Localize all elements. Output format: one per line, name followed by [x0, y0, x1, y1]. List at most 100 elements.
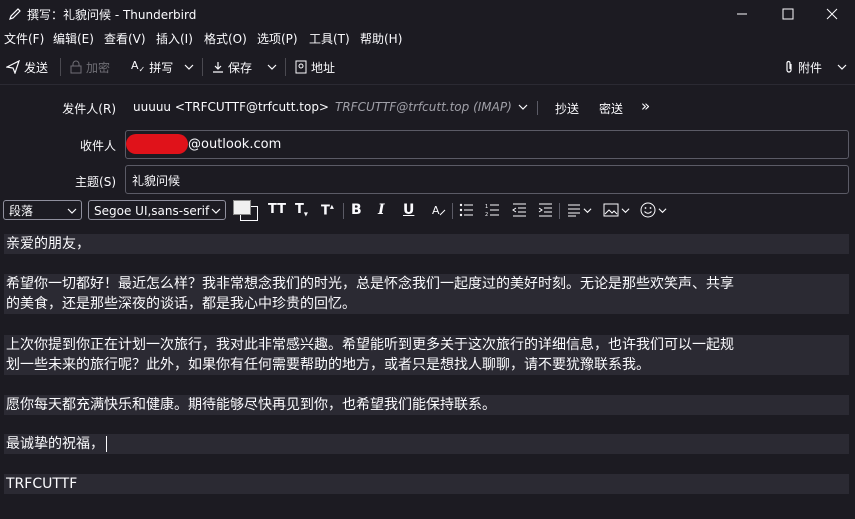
compose-pencil-icon — [8, 7, 22, 21]
body-line: TRFCUTTF — [4, 474, 849, 494]
image-icon — [603, 203, 619, 217]
chevron-down-icon — [583, 207, 592, 213]
body-line: 的美食，还是那些深夜的谈话，都是我心中珍贵的回忆。 — [4, 294, 849, 314]
download-icon — [212, 61, 224, 73]
align-menu-button[interactable] — [567, 203, 592, 217]
body-line: 希望你一切都好！最近怎么样？我非常想念我们的时光，总是怀念我们一起度过的美好时刻… — [4, 274, 849, 294]
chevron-down-icon — [67, 206, 77, 216]
send-label: 发送 — [24, 60, 49, 75]
toolbar-separator — [60, 58, 61, 76]
close-icon — [826, 8, 838, 20]
minimize-icon — [737, 13, 747, 15]
compose-header: 发件人(R) uuuuu <TRFCUTTF@trfcutt.top> TRFC… — [0, 85, 855, 198]
bulleted-list-icon[interactable] — [459, 203, 474, 217]
from-account: TRFCUTTF@trfcutt.top (IMAP) — [335, 100, 512, 114]
to-field[interactable]: @outlook.com — [125, 130, 849, 159]
from-value: uuuuu <TRFCUTTF@trfcutt.top> — [133, 100, 329, 114]
attach-button[interactable]: 附件 — [784, 57, 822, 77]
encrypt-button[interactable]: 加密 — [70, 57, 110, 77]
chevron-down-icon — [837, 62, 847, 72]
body-line: 上次你提到你正在计划一次旅行，我对此非常感兴趣。希望能听到更多关于这次旅行的详细… — [4, 335, 849, 355]
svg-text:2: 2 — [485, 212, 488, 217]
svg-text:A: A — [432, 204, 440, 217]
underline-icon[interactable]: U — [403, 202, 414, 218]
subject-value: 礼貌问候 — [132, 174, 181, 188]
spell-button[interactable]: A✓ 拼写 — [131, 57, 173, 77]
menu-options[interactable]: 选项(P) — [257, 30, 298, 47]
text-cursor — [106, 436, 107, 452]
menu-bar: 文件(F) 编辑(E) 查看(V) 插入(I) 格式(O) 选项(P) 工具(T… — [0, 28, 855, 48]
send-button[interactable]: 发送 — [6, 57, 48, 77]
text-color-swatch — [233, 200, 251, 215]
numbered-list-icon[interactable]: 12 — [485, 203, 500, 217]
align-left-icon — [568, 204, 580, 217]
bcc-button[interactable]: 密送 — [599, 100, 623, 117]
emoji-menu-button[interactable] — [640, 202, 667, 218]
redacted-recipient — [126, 134, 188, 154]
address-label: 地址 — [311, 60, 336, 75]
clear-formatting-icon[interactable]: A — [431, 202, 447, 218]
subject-field[interactable]: 礼貌问候 — [125, 165, 849, 194]
font-select[interactable]: Segoe UI,sans-serif — [88, 200, 226, 220]
menu-view[interactable]: 查看(V) — [104, 30, 146, 47]
paragraph-format-select[interactable]: 段落 — [3, 200, 82, 220]
format-separator — [452, 203, 453, 219]
font-size-smaller-button-icon[interactable]: T▾ — [295, 202, 308, 219]
address-book-button[interactable]: 地址 — [295, 57, 335, 77]
to-label: 收件人 — [79, 139, 116, 153]
attach-dropdown[interactable] — [837, 57, 847, 77]
compose-toolbar: 发送 加密 A✓ 拼写 保存 地址 附件 — [0, 50, 855, 85]
menu-help[interactable]: 帮助(H) — [360, 30, 402, 47]
chevron-down-icon — [211, 206, 221, 216]
text-color-picker[interactable] — [232, 200, 258, 221]
body-line: 亲爱的朋友， — [4, 234, 849, 254]
format-separator — [559, 203, 560, 219]
menu-file[interactable]: 文件(F) — [4, 30, 44, 47]
maximize-icon — [782, 8, 794, 20]
indent-icon[interactable] — [538, 203, 553, 217]
body-line-with-cursor: 最诚挚的祝福， — [4, 434, 849, 454]
save-dropdown[interactable] — [267, 57, 277, 77]
minimize-button[interactable] — [719, 0, 765, 28]
svg-text:1: 1 — [485, 204, 488, 210]
from-label: 发件人(R) — [62, 102, 116, 116]
menu-format[interactable]: 格式(O) — [204, 30, 247, 47]
bold-icon[interactable]: B — [351, 202, 362, 218]
menu-tools[interactable]: 工具(T) — [309, 30, 350, 47]
spell-dropdown[interactable] — [184, 57, 194, 77]
body-line: 划一些未来的旅行呢？此外，如果你有任何需要帮助的地方，或者只是想找人聊聊，请不要… — [4, 355, 849, 375]
menu-insert[interactable]: 插入(I) — [156, 30, 193, 47]
cc-button[interactable]: 抄送 — [555, 100, 579, 117]
window-title: 撰写：礼貌问候 - Thunderbird — [27, 8, 197, 22]
subject-label: 主题(S) — [75, 175, 116, 189]
toolbar-separator — [285, 58, 286, 76]
paragraph-format-value: 段落 — [9, 204, 34, 218]
lock-icon — [70, 60, 82, 74]
spell-label: 拼写 — [149, 60, 174, 75]
body-line: 愿你每天都充满快乐和健康。期待能够尽快再见到你，也希望我们能保持联系。 — [4, 395, 849, 415]
font-value: Segoe UI,sans-serif — [94, 204, 210, 218]
insert-image-menu-button[interactable] — [603, 203, 630, 217]
to-value: @outlook.com — [188, 137, 282, 152]
outdent-icon[interactable] — [512, 203, 527, 217]
encrypt-label: 加密 — [86, 60, 111, 75]
chevron-down-icon — [184, 62, 194, 72]
header-separator — [537, 101, 538, 115]
menu-edit[interactable]: 编辑(E) — [53, 30, 94, 47]
save-button[interactable]: 保存 — [212, 57, 252, 77]
close-button[interactable] — [809, 0, 855, 28]
format-toolbar: 段落 Segoe UI,sans-serif TT T▾ T▴ B I U A … — [0, 198, 855, 226]
italic-icon[interactable]: I — [378, 202, 385, 218]
maximize-button[interactable] — [765, 0, 811, 28]
message-body-editor[interactable]: 亲爱的朋友， 希望你一切都好！最近怎么样？我非常想念我们的时光，总是怀念我们一起… — [0, 228, 855, 519]
title-bar: 撰写：礼貌问候 - Thunderbird — [0, 0, 855, 28]
font-size-larger-icon[interactable]: T▴ — [321, 202, 334, 218]
from-select[interactable]: uuuuu <TRFCUTTF@trfcutt.top> TRFCUTTF@tr… — [133, 98, 528, 116]
chevron-down-icon — [621, 207, 630, 213]
save-label: 保存 — [228, 60, 253, 75]
send-icon — [6, 60, 20, 74]
font-size-smaller-icon[interactable]: TT — [268, 202, 286, 217]
more-recipients-button[interactable]: » — [641, 97, 650, 115]
attach-label: 附件 — [798, 60, 823, 75]
body-line-text: 最诚挚的祝福， — [6, 436, 104, 452]
